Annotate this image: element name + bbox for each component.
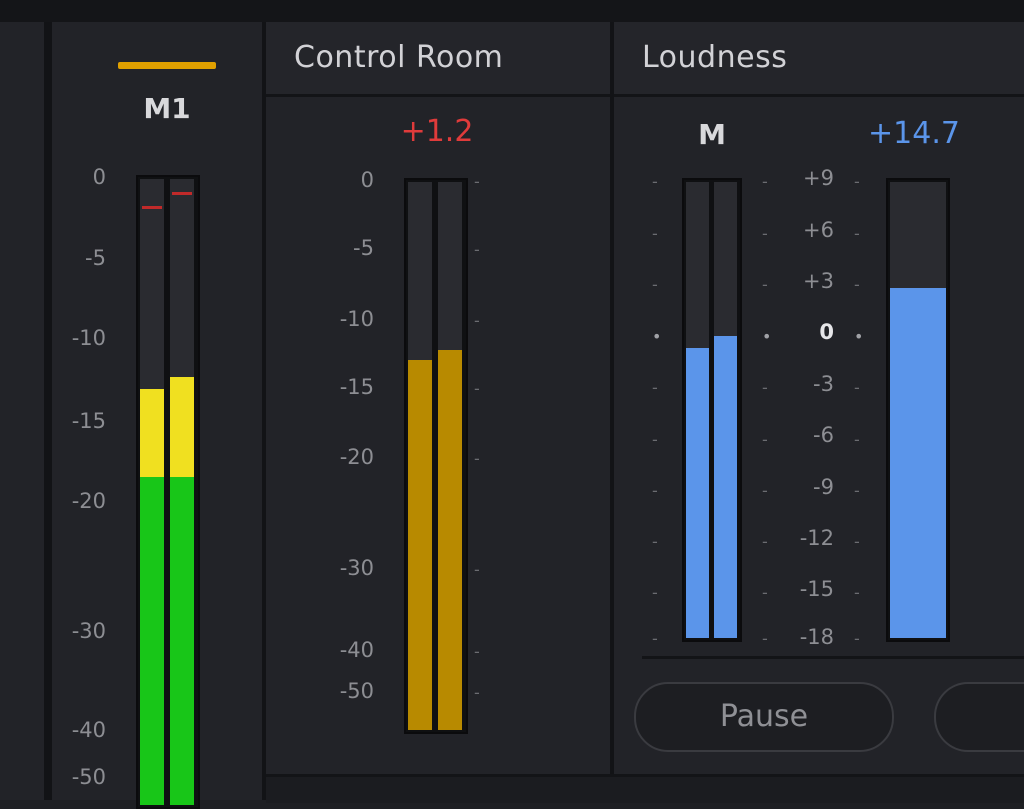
loudness-scale-plus9: +9 xyxy=(803,166,834,190)
loudness-tick: - xyxy=(854,378,860,397)
m1-right-peak-hold xyxy=(172,192,192,195)
m1-scale-15: -15 xyxy=(71,409,106,433)
loudness-integrated-channel xyxy=(890,182,946,638)
pause-button[interactable]: Pause xyxy=(634,682,894,752)
control-room-panel: Control Room +1.2 0 -5 -10 -15 -20 -30 -… xyxy=(266,22,610,774)
cr-right-level xyxy=(438,350,462,730)
loudness-m-right-level xyxy=(714,336,737,638)
loudness-scale-plus3: +3 xyxy=(803,269,834,293)
loudness-tick: - xyxy=(652,532,658,551)
loudness-m-label: M xyxy=(698,118,726,151)
bottom-strip xyxy=(266,774,1024,803)
loudness-scale-0: 0 xyxy=(819,320,834,344)
loudness-tick: - xyxy=(854,172,860,191)
loudness-value: +14.7 xyxy=(868,116,960,151)
loudness-scale-minus15: -15 xyxy=(799,577,834,601)
loudness-tick: - xyxy=(854,275,860,294)
cr-tick: - xyxy=(474,642,480,661)
loudness-tick: • xyxy=(854,327,864,346)
loudness-tick: - xyxy=(854,532,860,551)
m1-meter-left-channel xyxy=(140,179,164,805)
control-room-meter xyxy=(404,178,468,734)
loudness-tick: - xyxy=(652,430,658,449)
m1-scale-40: -40 xyxy=(71,718,106,742)
cr-tick: - xyxy=(474,560,480,579)
m1-right-yellow-segment xyxy=(170,377,194,477)
loudness-panel: Loudness M +14.7 - - - • - - - - - - - -… xyxy=(614,22,1024,774)
loudness-m-meter xyxy=(682,178,742,642)
m1-left-green-segment xyxy=(140,477,164,805)
loudness-tick: • xyxy=(652,327,662,346)
loudness-next-button[interactable] xyxy=(934,682,1024,752)
m1-meter xyxy=(136,175,200,809)
loudness-tick: - xyxy=(854,430,860,449)
loudness-header: Loudness xyxy=(614,22,1024,97)
cr-scale-40: -40 xyxy=(339,638,374,662)
m1-left-yellow-segment xyxy=(140,389,164,477)
cr-tick: - xyxy=(474,240,480,259)
cr-scale-20: -20 xyxy=(339,445,374,469)
loudness-integrated-level xyxy=(890,288,946,638)
m1-left-peak-hold xyxy=(142,206,162,209)
m1-scale-30: -30 xyxy=(71,619,106,643)
top-bar xyxy=(0,0,1024,22)
loudness-tick: - xyxy=(854,583,860,602)
loudness-tick: - xyxy=(652,629,658,648)
loudness-m-left-level xyxy=(686,348,709,638)
loudness-tick: - xyxy=(652,275,658,294)
cr-scale-5: -5 xyxy=(353,236,374,260)
loudness-tick: - xyxy=(854,629,860,648)
loudness-scale-plus6: +6 xyxy=(803,218,834,242)
cr-tick: - xyxy=(474,449,480,468)
loudness-tick: - xyxy=(854,481,860,500)
m1-scale-20: -20 xyxy=(71,489,106,513)
cr-tick: - xyxy=(474,311,480,330)
control-room-header: Control Room xyxy=(266,22,610,97)
m1-scale-10: -10 xyxy=(71,326,106,350)
cr-tick: - xyxy=(474,379,480,398)
loudness-tick: - xyxy=(854,224,860,243)
loudness-separator xyxy=(642,656,1024,659)
m1-meter-right-channel xyxy=(170,179,194,805)
loudness-scale-minus12: -12 xyxy=(799,526,834,550)
m1-scale-0: 0 xyxy=(92,165,106,189)
cr-scale-50: -50 xyxy=(339,679,374,703)
m1-scale-50: -50 xyxy=(71,765,106,789)
loudness-m-left-channel xyxy=(686,182,709,638)
control-room-title: Control Room xyxy=(294,40,504,75)
loudness-scale-minus9: -9 xyxy=(813,475,834,499)
loudness-scale-minus18: -18 xyxy=(799,625,834,649)
loudness-tick: - xyxy=(652,481,658,500)
cr-meter-right-channel xyxy=(438,182,462,730)
m1-scale-5: -5 xyxy=(85,246,106,270)
loudness-m-right-channel xyxy=(714,182,737,638)
m1-panel: M1 0 -5 -10 -15 -20 -30 -40 -50 xyxy=(52,22,262,809)
cr-tick: - xyxy=(474,683,480,702)
loudness-scale-minus6: -6 xyxy=(813,423,834,447)
cr-scale-30: -30 xyxy=(339,556,374,580)
cr-scale-10: -10 xyxy=(339,307,374,331)
loudness-integrated-meter xyxy=(886,178,950,642)
cr-scale-0: 0 xyxy=(360,168,374,192)
loudness-scale-minus3: -3 xyxy=(813,372,834,396)
cr-tick: - xyxy=(474,172,480,191)
cr-scale-15: -15 xyxy=(339,375,374,399)
cr-meter-left-channel xyxy=(408,182,432,730)
m1-color-indicator xyxy=(118,62,216,69)
loudness-tick: - xyxy=(652,583,658,602)
loudness-tick: - xyxy=(652,172,658,191)
control-room-peak-value: +1.2 xyxy=(400,114,474,149)
m1-right-green-segment xyxy=(170,477,194,805)
loudness-title: Loudness xyxy=(642,40,788,75)
cr-left-level xyxy=(408,360,432,730)
m1-label: M1 xyxy=(143,92,191,125)
loudness-tick: - xyxy=(652,224,658,243)
loudness-tick: - xyxy=(652,378,658,397)
